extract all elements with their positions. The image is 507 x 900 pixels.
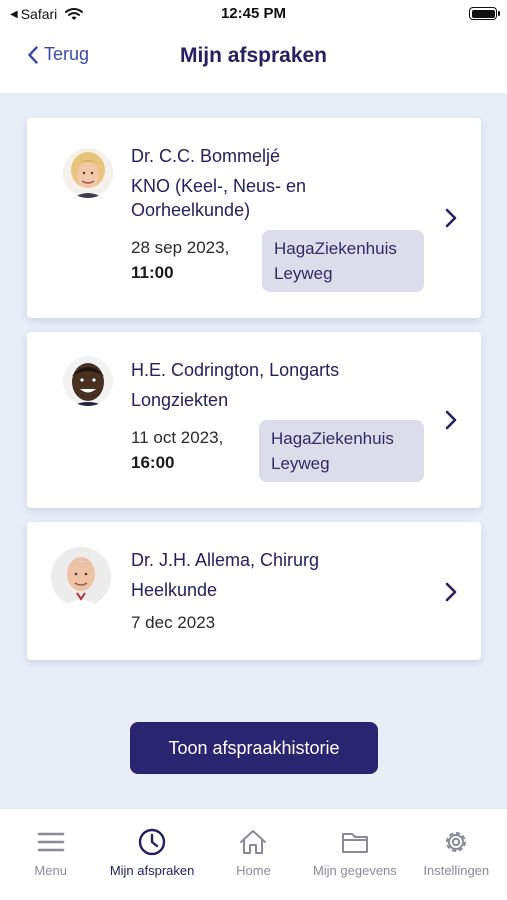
appointment-datetime: 7 dec 2023 — [131, 610, 215, 635]
status-time: 12:45 PM — [220, 5, 287, 22]
menu-icon — [37, 832, 64, 852]
specialty: Longziekten — [131, 390, 229, 410]
appointment-date: 28 sep 2023, — [131, 238, 230, 257]
tab-mijn-afspraken[interactable]: Mijn afspraken — [101, 809, 202, 900]
tab-home[interactable]: Home — [203, 809, 304, 900]
tab-bar: Menu Mijn afspraken Home Mijn gegevens I… — [0, 808, 507, 900]
tab-menu[interactable]: Menu — [0, 809, 101, 900]
doctor-name: H.E. Codrington, Longarts — [131, 360, 340, 380]
page-title: Mijn afspraken — [179, 44, 328, 67]
show-history-button[interactable]: Toon afspraakhistorie — [130, 722, 378, 774]
doctor-avatar — [63, 356, 113, 406]
tab-label: Mijn afspraken — [109, 863, 195, 878]
doctor-avatar — [63, 148, 113, 198]
tab-mijn-gegevens[interactable]: Mijn gegevens — [304, 809, 405, 900]
appointment-time: 16:00 — [131, 453, 175, 472]
home-icon — [240, 830, 267, 854]
tab-instellingen[interactable]: Instellingen — [406, 809, 507, 900]
tab-label: Home — [236, 863, 271, 878]
chevron-right-icon — [445, 582, 457, 602]
status-bar: ◀ Safari 12:45 PM — [0, 0, 507, 28]
doctor-name: Dr. C.C. Bommeljé — [131, 146, 281, 166]
tab-label: Mijn gegevens — [312, 863, 397, 878]
appointments-list: Dr. C.C. Bommeljé KNO (Keel-, Neus- en O… — [0, 93, 507, 808]
specialty: KNO (Keel-, Neus- en Oorheelkunde) — [131, 176, 307, 220]
appointment-datetime: 28 sep 2023, 11:00 — [131, 235, 229, 285]
appointment-card[interactable]: H.E. Codrington, Longarts Longziekten 11… — [27, 332, 481, 508]
appointment-date: 11 oct 2023, — [131, 428, 224, 447]
appointment-time: 11:00 — [131, 263, 174, 282]
location-badge: HagaZiekenhuis Leyweg — [259, 420, 424, 482]
tab-label: Instellingen — [423, 863, 490, 878]
battery-icon — [469, 7, 500, 20]
navigation-bar: Terug Mijn afspraken — [0, 28, 507, 93]
location-label: HagaZiekenhuis Leyweg — [274, 239, 397, 283]
location-badge: HagaZiekenhuis Leyweg — [262, 230, 424, 292]
doctor-name: Dr. J.H. Allema, Chirurg — [131, 550, 320, 570]
folder-icon — [341, 833, 368, 853]
chevron-right-icon — [445, 410, 457, 430]
clock-icon — [138, 828, 166, 856]
location-label: HagaZiekenhuis Leyweg — [271, 429, 394, 473]
specialty: Heelkunde — [131, 580, 218, 600]
chevron-right-icon — [445, 208, 457, 228]
appointment-card[interactable]: Dr. C.C. Bommeljé KNO (Keel-, Neus- en O… — [27, 118, 481, 318]
doctor-avatar — [51, 547, 111, 607]
appointment-datetime: 11 oct 2023, 16:00 — [131, 425, 223, 475]
tab-label: Menu — [34, 863, 67, 878]
appointment-date: 7 dec 2023 — [131, 613, 216, 632]
gear-icon — [446, 832, 467, 852]
appointment-card[interactable]: Dr. J.H. Allema, Chirurg Heelkunde 7 dec… — [27, 522, 481, 660]
